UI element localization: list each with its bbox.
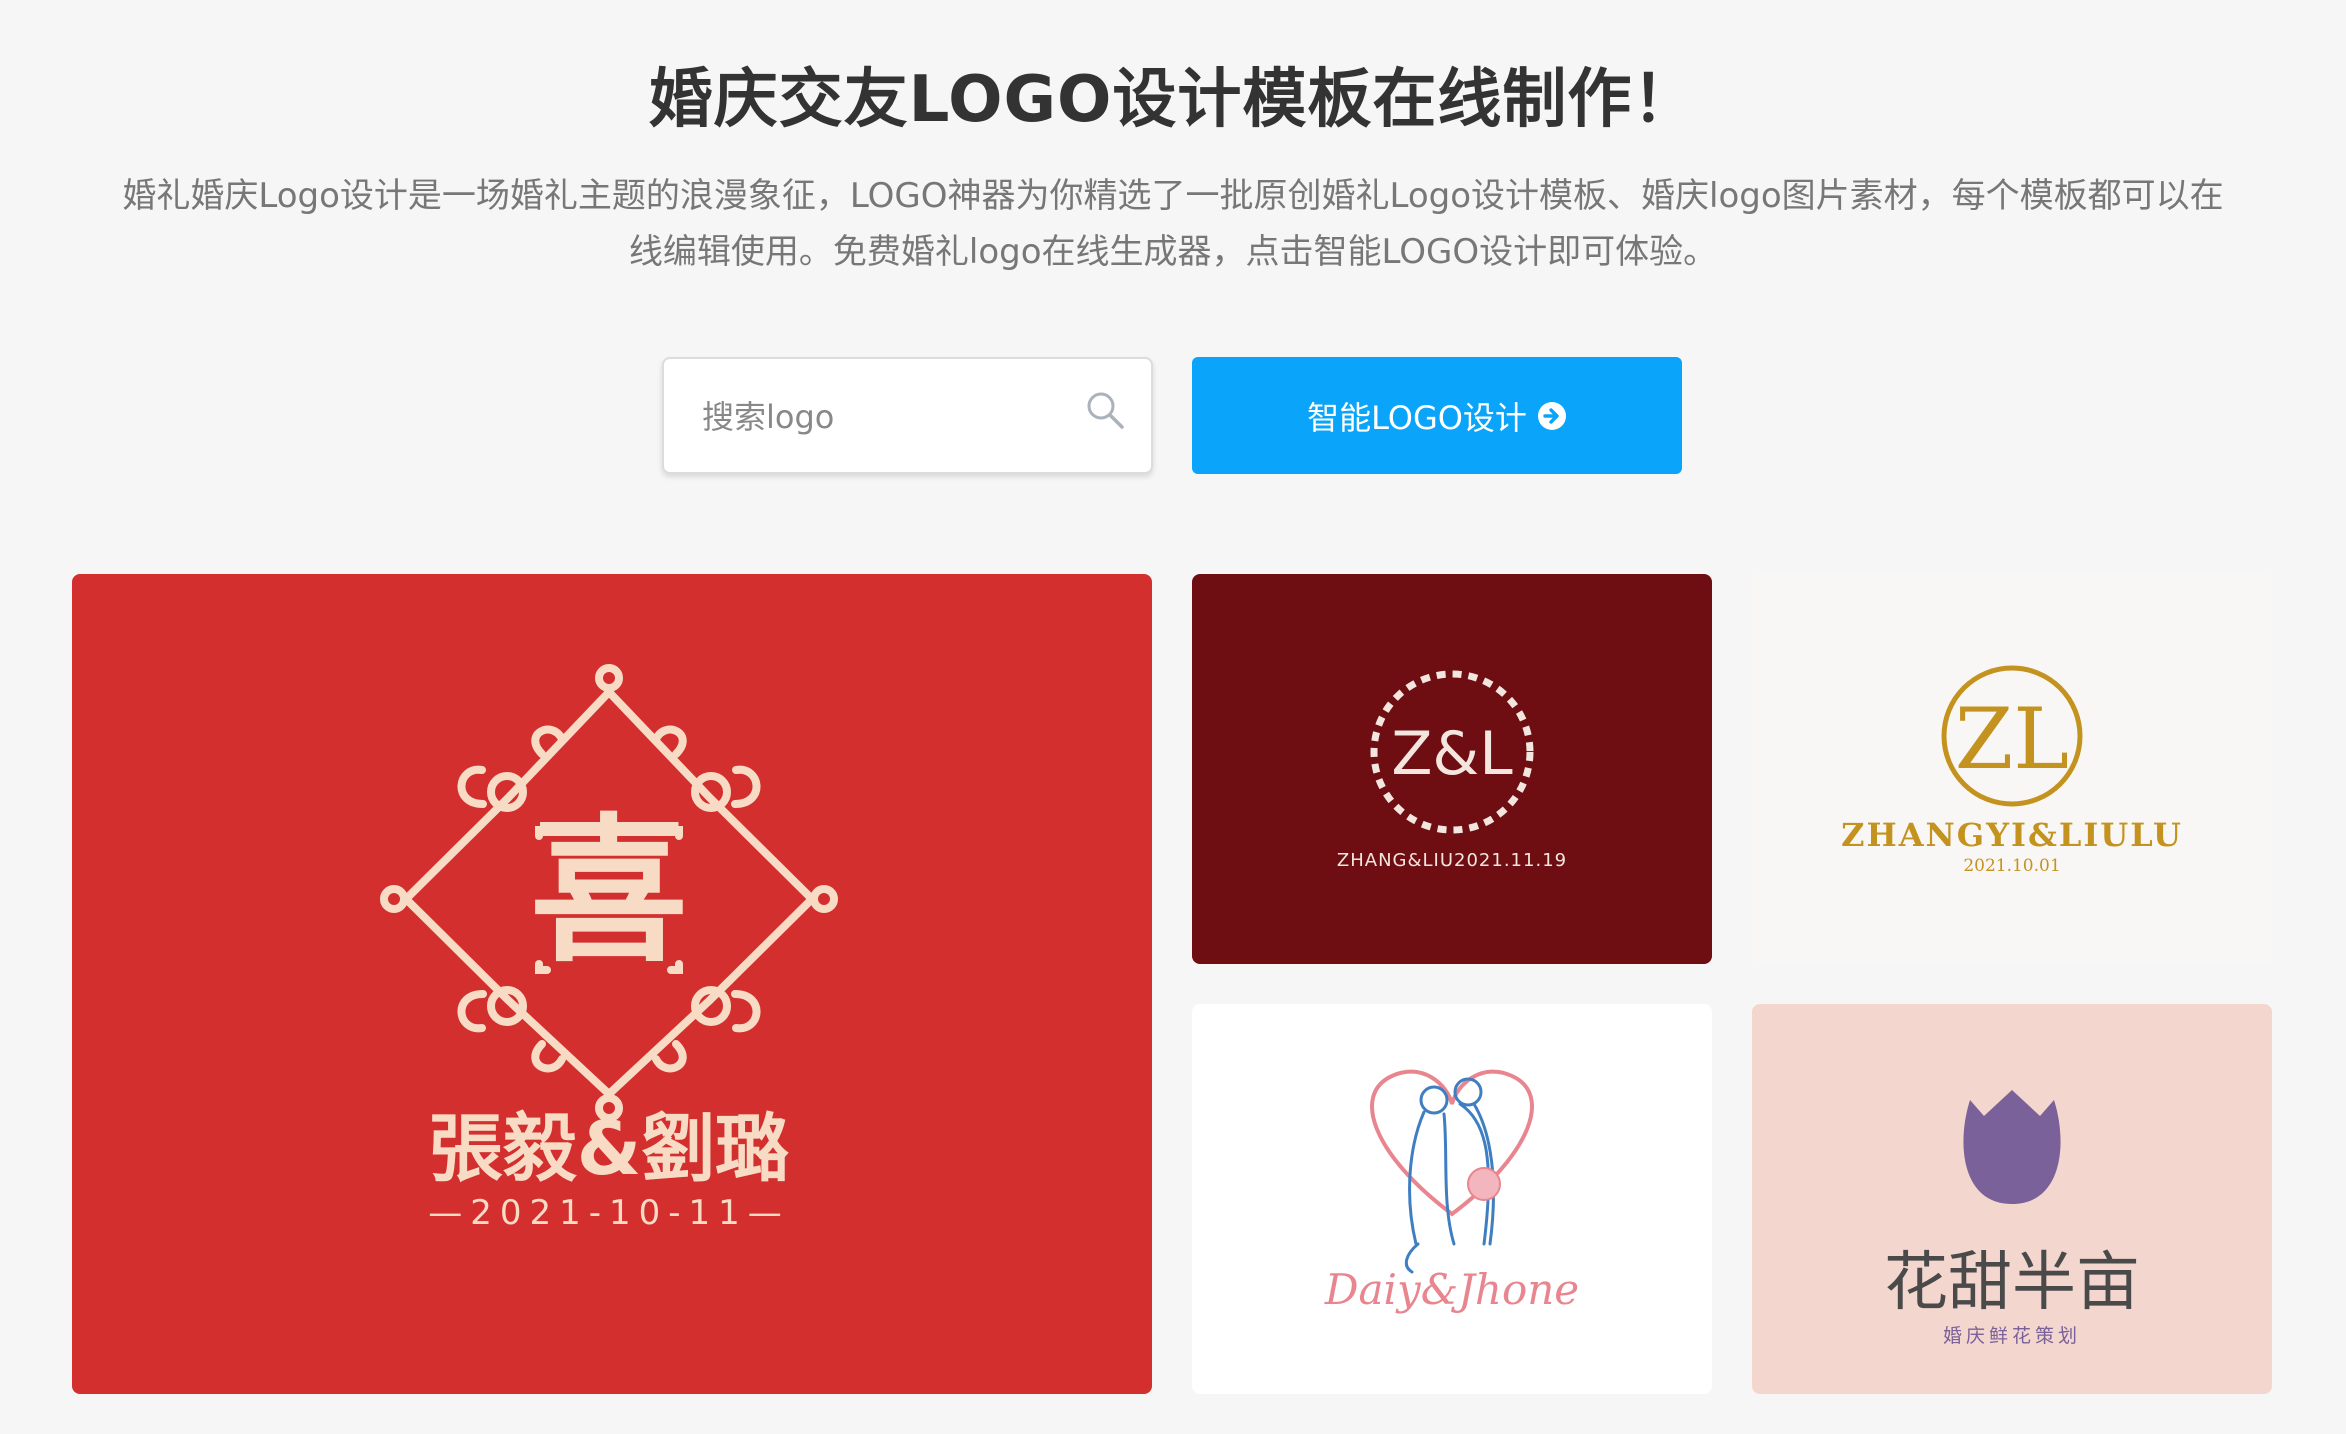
- search-box[interactable]: [662, 357, 1153, 474]
- template-card-zl-gold[interactable]: ZL ZHANGYI&LIULU 2021.10.01: [1752, 574, 2272, 964]
- description-line-2: 线编辑使用。免费婚礼logo在线生成器，点击智能LOGO设计即可体验。: [628, 232, 1718, 272]
- brand-name: 花甜半亩: [1884, 1246, 2140, 1320]
- page-title: 婚庆交友LOGO设计模板在线制作！: [648, 63, 1698, 137]
- template-card-xi[interactable]: 喜 張毅&劉璐 —2021-10-11—: [72, 574, 1152, 1394]
- page: 婚庆交友LOGO设计模板在线制作！ 婚礼婚庆Logo设计是一场婚礼主题的浪漫象征…: [0, 0, 2346, 1434]
- page-description: 婚礼婚庆Logo设计是一场婚礼主题的浪漫象征，LOGO神器为你精选了一批原创婚礼…: [60, 168, 2286, 280]
- template-card-tulip-art: 花甜半亩 婚庆鲜花策划: [1752, 1004, 2272, 1394]
- description-line-1: 婚礼婚庆Logo设计是一场婚礼主题的浪漫象征，LOGO神器为你精选了一批原创婚礼…: [122, 176, 2224, 216]
- search-input[interactable]: [702, 387, 1062, 447]
- template-card-zl-gold-art: ZL ZHANGYI&LIULU 2021.10.01: [1752, 574, 2272, 964]
- smart-logo-design-button[interactable]: 智能LOGO设计: [1192, 357, 1682, 474]
- brand-subtitle: 婚庆鲜花策划: [1943, 1325, 2081, 1347]
- couple-name: ZHANGYI&LIULU: [1841, 816, 2183, 854]
- template-card-couple[interactable]: Daiy&Jhone: [1192, 1004, 1712, 1394]
- smart-logo-design-label: 智能LOGO设计: [1307, 398, 1527, 437]
- template-card-xi-art: 喜 張毅&劉璐 —2021-10-11—: [72, 574, 1152, 1394]
- bouquet-icon: [1467, 1167, 1501, 1201]
- arrow-right-circle-icon: [1537, 401, 1566, 430]
- template-card-couple-art: Daiy&Jhone: [1192, 1004, 1712, 1394]
- wedding-date: —2021-10-11—: [428, 1193, 790, 1233]
- wedding-date: 2021.10.01: [1963, 856, 2060, 876]
- monogram: Z&L: [1391, 719, 1513, 789]
- logo-glyph-xi: 喜: [530, 800, 688, 984]
- search-icon[interactable]: [1085, 390, 1125, 430]
- template-card-zl-dark[interactable]: Z&L ZHANG&LIU2021.11.19: [1192, 574, 1712, 964]
- template-card-tulip[interactable]: 花甜半亩 婚庆鲜花策划: [1752, 1004, 2272, 1394]
- couple-script-name: Daiy&Jhone: [1324, 1265, 1579, 1314]
- couple-name: 張毅&劉璐: [429, 1106, 790, 1192]
- monogram: ZL: [1955, 690, 2069, 788]
- template-card-zl-dark-art: Z&L ZHANG&LIU2021.11.19: [1192, 574, 1712, 964]
- card-subtitle: ZHANG&LIU2021.11.19: [1337, 850, 1567, 871]
